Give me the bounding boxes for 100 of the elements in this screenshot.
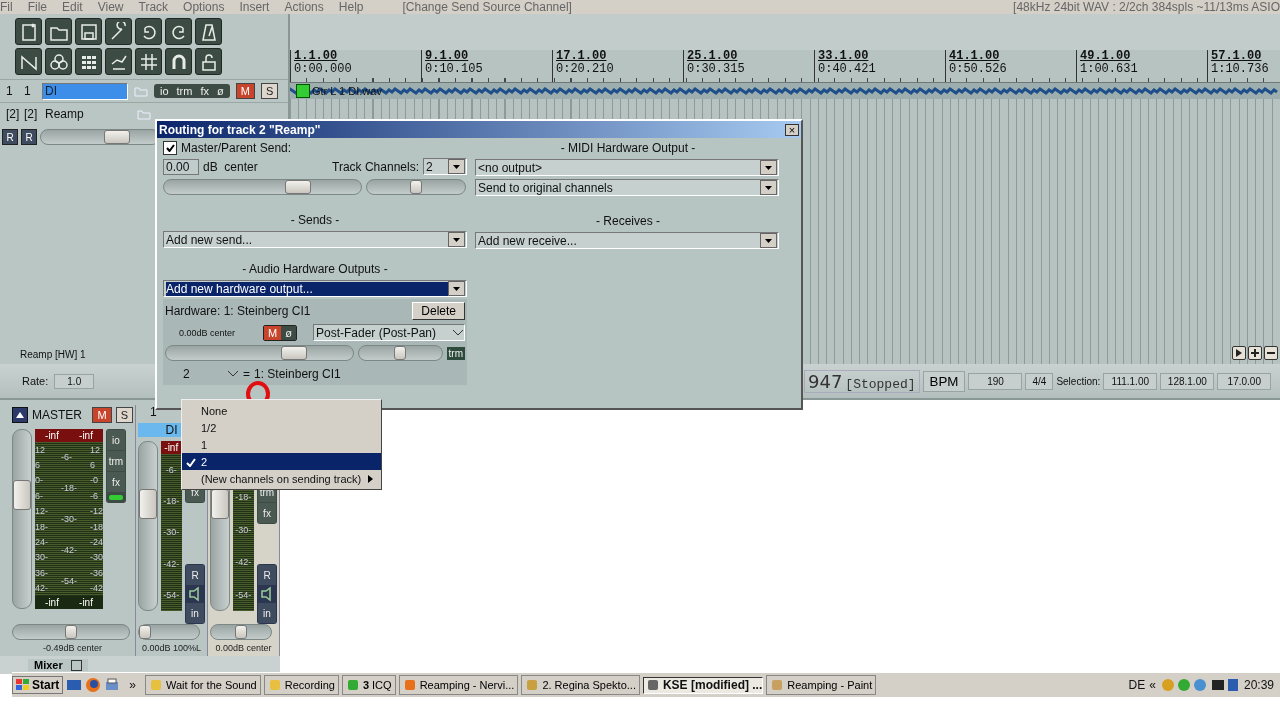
time-signature-field[interactable]: 4/4 (1025, 372, 1054, 390)
taskbar-button[interactable]: 2. Regina Spekto... (521, 675, 640, 695)
mute-button[interactable]: M (264, 325, 282, 340)
mute-button[interactable]: M (92, 407, 112, 423)
scale-label: 6 (89, 460, 96, 471)
track-channels-select[interactable]: 2 (423, 158, 467, 175)
scale-label: 6- (35, 490, 44, 501)
menu-item[interactable]: Insert (239, 0, 270, 14)
scale-label: 30- (35, 552, 48, 563)
menu-item[interactable]: 1 (182, 436, 381, 453)
volume-pan-readout: 0.00dB center (214, 642, 273, 655)
menu-item[interactable]: Options (183, 0, 225, 14)
phase-button[interactable]: ø (281, 325, 296, 340)
track-number: 1 (24, 84, 32, 98)
strip-button[interactable]: fx (107, 472, 125, 492)
track-button[interactable]: io (157, 85, 172, 97)
scale-label: -30- (163, 527, 180, 538)
scale-label: 12 (35, 444, 46, 455)
section-heading: - Audio Hardware Outputs - (241, 261, 389, 278)
menu-item[interactable]: Help (338, 0, 364, 14)
peak-readout: -inf (45, 597, 59, 608)
scale-label: -18- (163, 496, 180, 507)
ruler-mark: 25.1.00 0:30.315 (683, 50, 814, 82)
selection-field[interactable]: 128.1.00 (1160, 372, 1215, 390)
bpm-button[interactable]: BPM (922, 370, 966, 392)
menu-item[interactable]: None (182, 402, 381, 419)
track-button[interactable]: fx (197, 85, 212, 97)
scale-label: 0- (35, 475, 44, 486)
menu-item[interactable]: Fil (0, 0, 13, 14)
last-action-text: [Change Send Source Channel] (402, 0, 573, 14)
record-arm-button[interactable]: R (186, 565, 204, 585)
solo-button[interactable]: S (260, 83, 279, 99)
scale-label: -42- (163, 558, 180, 569)
taskbar-button[interactable]: KSE [modified] ... (642, 676, 764, 694)
taskbar-button[interactable]: Reamping - Nervi... (398, 675, 519, 695)
scale-label: 24- (35, 537, 48, 548)
menu-item[interactable]: File (27, 0, 47, 14)
send-mode-select[interactable]: Post-Fader (Post-Pan) (313, 324, 465, 341)
ruler-mark: 9.1.00 0:10.105 (421, 50, 552, 82)
menu-item[interactable]: 2 (182, 453, 381, 470)
more-icon[interactable]: » (123, 678, 143, 692)
receive-select[interactable]: Add new receive... (475, 232, 779, 249)
taskbar-button[interactable]: Recording (263, 675, 339, 695)
solo-button[interactable]: S (115, 407, 133, 423)
scale-label: -6- (165, 464, 177, 475)
track-button[interactable]: trm (173, 85, 196, 97)
position-display: 947 [Stopped] (804, 369, 920, 393)
taskbar-button[interactable]: Reamping - Paint (766, 675, 877, 695)
delete-button[interactable]: Delete (412, 302, 465, 320)
send-select[interactable]: Add new send... (163, 231, 467, 248)
clock: 20:39 (1243, 678, 1274, 692)
show-hidden-icons[interactable]: « (1149, 678, 1156, 692)
start-button[interactable]: Start (12, 676, 64, 694)
ruler-mark: 33.1.00 0:40.421 (814, 50, 945, 82)
strip-button[interactable]: fx (258, 503, 276, 523)
strip-button[interactable]: io (107, 430, 125, 450)
selection-field[interactable]: 17.0.00 (1217, 372, 1272, 390)
input-button[interactable]: in (258, 603, 276, 623)
midi-output-select[interactable]: <no output> (475, 159, 779, 176)
section-heading: - Receives - (595, 213, 661, 230)
hardware-label: Hardware: 1: Steinberg CI1 (165, 304, 311, 318)
trim-button[interactable]: trm (446, 346, 465, 360)
bpm-field[interactable]: 190 (968, 372, 1023, 390)
selection-label: Selection: (1056, 375, 1101, 387)
menu-item[interactable]: View (97, 0, 124, 14)
rate-field[interactable]: 1.0 (54, 373, 95, 389)
strip-button[interactable]: trm (107, 451, 125, 471)
menu-item[interactable]: Track (138, 0, 169, 14)
destination-label: 1: Steinberg CI1 (254, 366, 341, 381)
volume-field[interactable]: 0.00 (163, 158, 199, 175)
scale-label: -42- (61, 544, 77, 555)
volume-caption: dB center (203, 159, 258, 174)
menu-item[interactable]: Edit (62, 0, 83, 14)
record-arm-button[interactable]: R (258, 565, 276, 585)
track-button[interactable]: ø (214, 85, 227, 97)
record-arm-button[interactable]: R (21, 129, 37, 145)
scale-label: -30 (89, 552, 103, 563)
selection-field[interactable]: 111.1.00 (1103, 372, 1158, 390)
mixer-tab[interactable]: Mixer (28, 659, 88, 671)
language-indicator[interactable]: DE (1128, 678, 1146, 692)
section-heading: - MIDI Hardware Output - (559, 141, 697, 157)
ruler-mark: 17.1.00 0:20.210 (552, 50, 683, 82)
track-number: [2] (6, 107, 18, 121)
scale-label: -6 (89, 490, 99, 501)
taskbar-button[interactable]: Wait for the Sound (145, 675, 261, 695)
scale-label: 42- (35, 583, 48, 594)
volume-pan-readout: 0.00dB 100%L (140, 642, 203, 655)
track-name[interactable]: Reamp (42, 106, 131, 122)
hardware-output-select[interactable]: Add new hardware output... (163, 280, 467, 297)
track-number: [2] (24, 107, 36, 121)
record-arm-button[interactable]: R (2, 129, 18, 145)
taskbar-button[interactable]: 3 ICQ (341, 675, 396, 695)
scale-label: -30- (61, 514, 77, 524)
close-button[interactable]: × (785, 123, 799, 136)
mute-button[interactable]: M (235, 83, 255, 99)
input-button[interactable]: in (186, 603, 204, 623)
midi-mode-select[interactable]: Send to original channels (475, 179, 779, 196)
track-name[interactable]: DI (42, 82, 128, 100)
track-channels-label: Track Channels: (332, 159, 419, 174)
menu-item[interactable]: Actions (284, 0, 324, 14)
